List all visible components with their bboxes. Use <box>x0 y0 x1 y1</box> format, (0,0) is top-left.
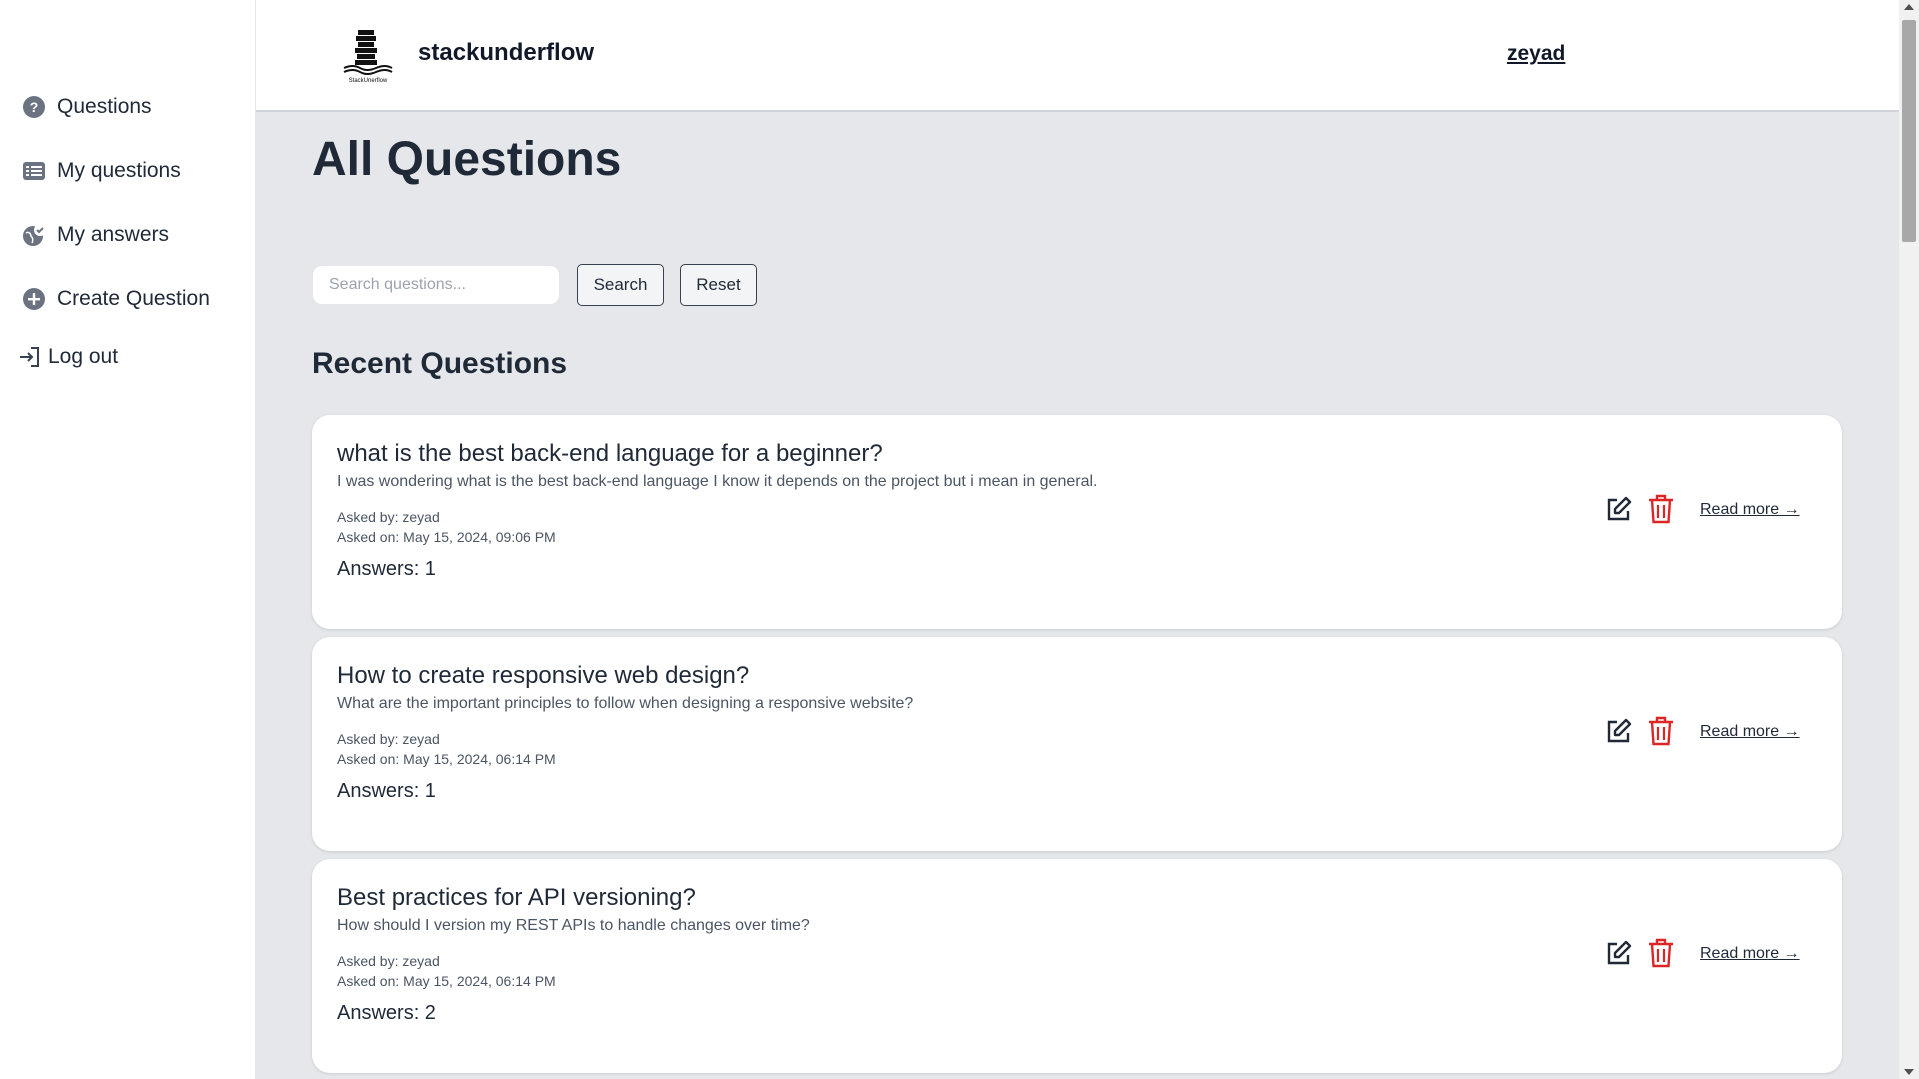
read-more-link[interactable]: Read more → <box>1700 723 1800 741</box>
question-body: I was wondering what is the best back-en… <box>337 473 1098 490</box>
sidebar-item-create-question[interactable]: Create Question <box>22 287 210 311</box>
list-icon <box>22 159 46 183</box>
question-asked-on: Asked on: May 15, 2024, 06:14 PM <box>337 751 556 767</box>
trash-icon[interactable] <box>1648 716 1674 746</box>
sidebar-item-label: Create Question <box>57 287 210 310</box>
sidebar-item-label: My questions <box>57 159 181 182</box>
question-asked-by: Asked by: zeyad <box>337 731 440 747</box>
edit-icon[interactable] <box>1605 939 1633 967</box>
sidebar-item-questions[interactable]: ? Questions <box>22 95 152 119</box>
scroll-up-arrow-icon[interactable] <box>1904 4 1914 10</box>
edit-icon[interactable] <box>1605 717 1633 745</box>
read-more-link[interactable]: Read more → <box>1700 945 1800 963</box>
section-title: Recent Questions <box>312 347 568 380</box>
stackunderflow-logo[interactable]: StackUnerflow <box>338 24 398 86</box>
scroll-thumb[interactable] <box>1902 20 1916 242</box>
login-arrow-icon <box>18 345 42 369</box>
question-title[interactable]: Best practices for API versioning? <box>337 884 696 912</box>
question-body: How should I version my REST APIs to han… <box>337 917 810 934</box>
trash-icon[interactable] <box>1648 938 1674 968</box>
brand-name: stackunderflow <box>418 39 595 66</box>
question-card: what is the best back-end language for a… <box>312 415 1842 629</box>
question-asked-on: Asked on: May 15, 2024, 06:14 PM <box>337 973 556 989</box>
question-asked-by: Asked by: zeyad <box>337 953 440 969</box>
question-circle-icon: ? <box>22 95 46 119</box>
search-button[interactable]: Search <box>577 264 664 306</box>
edit-icon[interactable] <box>1605 495 1633 523</box>
question-answers-count: Answers: 1 <box>337 558 436 580</box>
trash-icon[interactable] <box>1648 494 1674 524</box>
sidebar-item-label: Log out <box>48 345 119 368</box>
page-title: All Questions <box>312 133 622 186</box>
question-card: Best practices for API versioning? How s… <box>312 859 1842 1073</box>
globe-check-icon <box>22 223 46 247</box>
question-body: What are the important principles to fol… <box>337 695 914 712</box>
sidebar-item-my-answers[interactable]: My answers <box>22 223 169 247</box>
read-more-link[interactable]: Read more → <box>1700 501 1800 519</box>
sidebar-item-label: Questions <box>57 95 152 118</box>
svg-text:?: ? <box>30 99 39 115</box>
question-title[interactable]: what is the best back-end language for a… <box>337 440 883 468</box>
question-answers-count: Answers: 2 <box>337 1002 436 1024</box>
scroll-down-arrow-icon[interactable] <box>1904 1069 1914 1075</box>
sidebar-item-label: My answers <box>57 223 170 246</box>
question-answers-count: Answers: 1 <box>337 780 436 802</box>
question-title[interactable]: How to create responsive web design? <box>337 662 749 690</box>
svg-text:StackUnerflow: StackUnerflow <box>349 78 388 84</box>
sidebar: ? Questions My questions My answers Crea… <box>0 0 256 1079</box>
question-card: How to create responsive web design? Wha… <box>312 637 1842 851</box>
top-header: StackUnerflow stackunderflow zeyad <box>256 0 1899 112</box>
reset-button[interactable]: Reset <box>680 264 757 306</box>
sidebar-item-logout[interactable]: Log out <box>18 345 118 369</box>
search-input[interactable] <box>312 265 560 305</box>
user-profile-link[interactable]: zeyad <box>1507 42 1565 66</box>
question-asked-by: Asked by: zeyad <box>337 509 440 525</box>
page-scrollbar[interactable] <box>1899 0 1919 1079</box>
question-asked-on: Asked on: May 15, 2024, 09:06 PM <box>337 529 556 545</box>
sidebar-item-my-questions[interactable]: My questions <box>22 159 181 183</box>
plus-circle-icon <box>22 287 46 311</box>
